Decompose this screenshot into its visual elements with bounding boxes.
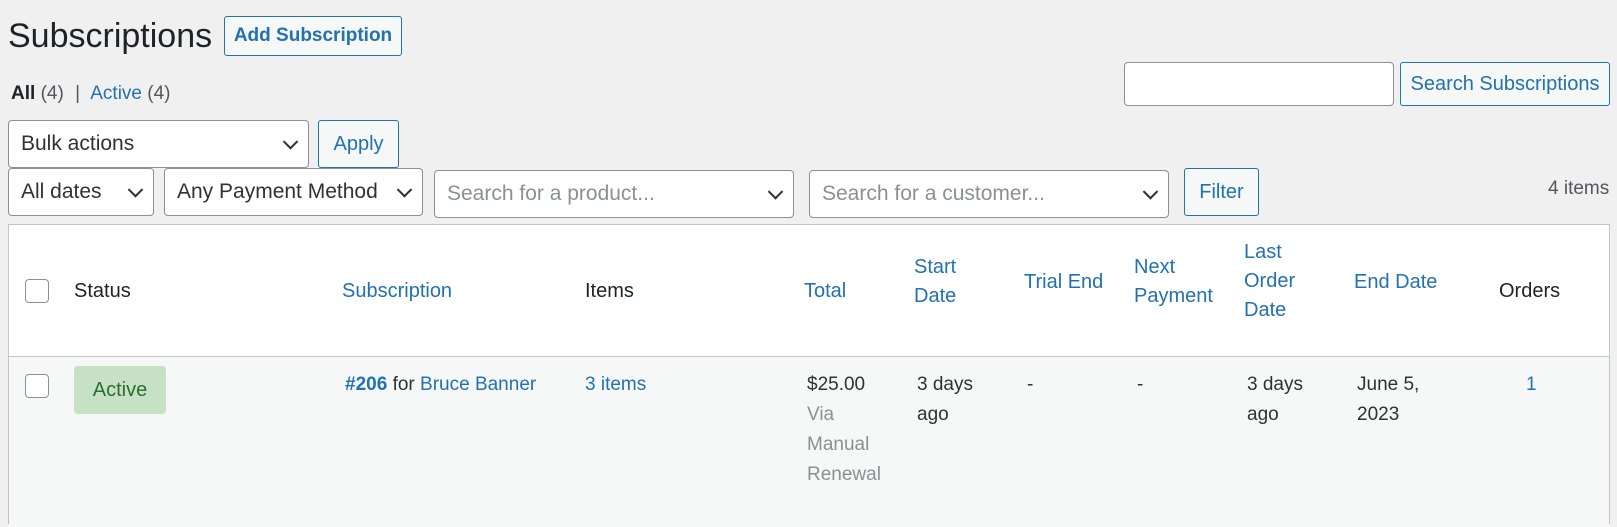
customer-search-select[interactable]: Search for a customer...: [809, 170, 1169, 218]
payment-via-line: Manual: [807, 434, 870, 455]
view-active-link[interactable]: Active: [90, 83, 142, 104]
header-items: Items: [585, 280, 634, 302]
view-all-count: (4): [40, 83, 64, 104]
apply-button[interactable]: Apply: [318, 120, 399, 168]
orders-count-link[interactable]: 1: [1526, 370, 1537, 400]
header-last-order-line: Date: [1244, 299, 1287, 321]
customer-search-placeholder: Search for a customer...: [822, 182, 1045, 205]
subscription-number-link[interactable]: #206: [345, 374, 387, 395]
header-total[interactable]: Total: [804, 277, 846, 306]
table-header: Status Subscription Items Total Start Da…: [9, 225, 1609, 357]
dates-filter-value: All dates: [21, 180, 102, 203]
table-row: Active #206 for Bruce Banner 3 items $25…: [9, 357, 1609, 527]
customer-link[interactable]: Bruce Banner: [420, 374, 536, 395]
end-date-cell: June 5, 2023: [1357, 370, 1419, 430]
last-order-date-line: ago: [1247, 404, 1279, 425]
start-date-line: 3 days: [917, 374, 973, 395]
view-all-link[interactable]: All: [11, 83, 35, 104]
payment-method-select[interactable]: Any Payment Method: [164, 168, 423, 216]
payment-via-line: Via: [807, 404, 835, 425]
product-search-select[interactable]: Search for a product...: [434, 170, 794, 218]
view-active-count: (4): [147, 83, 171, 104]
bulk-actions-value: Bulk actions: [21, 132, 135, 155]
select-all-checkbox[interactable]: [25, 279, 49, 303]
header-start-date-line: Start: [914, 256, 957, 278]
header-start-date-line: Date: [914, 285, 957, 307]
header-subscription[interactable]: Subscription: [342, 277, 452, 306]
chevron-down-icon: [1142, 184, 1159, 200]
status-badge: Active: [74, 366, 166, 414]
header-start-date[interactable]: Start Date: [914, 253, 956, 311]
total-cell: $25.00 Via Manual Renewal: [807, 370, 881, 490]
row-checkbox[interactable]: [25, 374, 49, 398]
header-last-order-line: Order: [1244, 270, 1296, 292]
header-next-payment[interactable]: Next Payment: [1134, 253, 1213, 311]
filter-button[interactable]: Filter: [1184, 168, 1259, 216]
payment-via-line: Renewal: [807, 464, 881, 485]
start-date-line: ago: [917, 404, 949, 425]
end-date-line: June 5,: [1357, 374, 1420, 395]
total-amount: $25.00: [807, 374, 866, 395]
last-order-date-cell: 3 days ago: [1247, 370, 1303, 430]
end-date-line: 2023: [1357, 404, 1400, 425]
header-status: Status: [74, 280, 131, 302]
header-next-payment-line: Next: [1134, 256, 1176, 278]
start-date-cell: 3 days ago: [917, 370, 973, 430]
page-title: Subscriptions: [8, 17, 213, 55]
status-views: All (4) | Active (4): [11, 80, 171, 108]
dates-filter-select[interactable]: All dates: [8, 168, 154, 216]
subscription-for-text: for: [392, 374, 415, 395]
product-search-placeholder: Search for a product...: [447, 182, 655, 205]
header-trial-end[interactable]: Trial End: [1024, 268, 1103, 297]
header-last-order-line: Last: [1244, 241, 1282, 263]
next-payment-cell: -: [1137, 374, 1144, 395]
header-orders: Orders: [1499, 280, 1561, 302]
view-separator: |: [75, 83, 81, 104]
search-input[interactable]: [1124, 62, 1394, 106]
header-last-order-date[interactable]: Last Order Date: [1244, 238, 1295, 325]
trial-end-cell: -: [1027, 374, 1034, 395]
bulk-actions-select[interactable]: Bulk actions: [8, 120, 309, 168]
chevron-down-icon: [127, 182, 144, 198]
header-next-payment-line: Payment: [1134, 285, 1213, 307]
payment-method-value: Any Payment Method: [177, 180, 378, 203]
items-link[interactable]: 3 items: [585, 370, 646, 400]
search-subscriptions-button[interactable]: Search Subscriptions: [1400, 62, 1610, 106]
items-count: 4 items: [1548, 178, 1610, 199]
chevron-down-icon: [282, 134, 299, 150]
subscription-cell: #206 for Bruce Banner: [345, 370, 536, 400]
chevron-down-icon: [396, 182, 413, 198]
last-order-date-line: 3 days: [1247, 374, 1303, 395]
subscriptions-table: Status Subscription Items Total Start Da…: [8, 224, 1610, 527]
chevron-down-icon: [767, 184, 784, 200]
header-end-date[interactable]: End Date: [1354, 268, 1437, 297]
add-subscription-button[interactable]: Add Subscription: [224, 16, 402, 56]
